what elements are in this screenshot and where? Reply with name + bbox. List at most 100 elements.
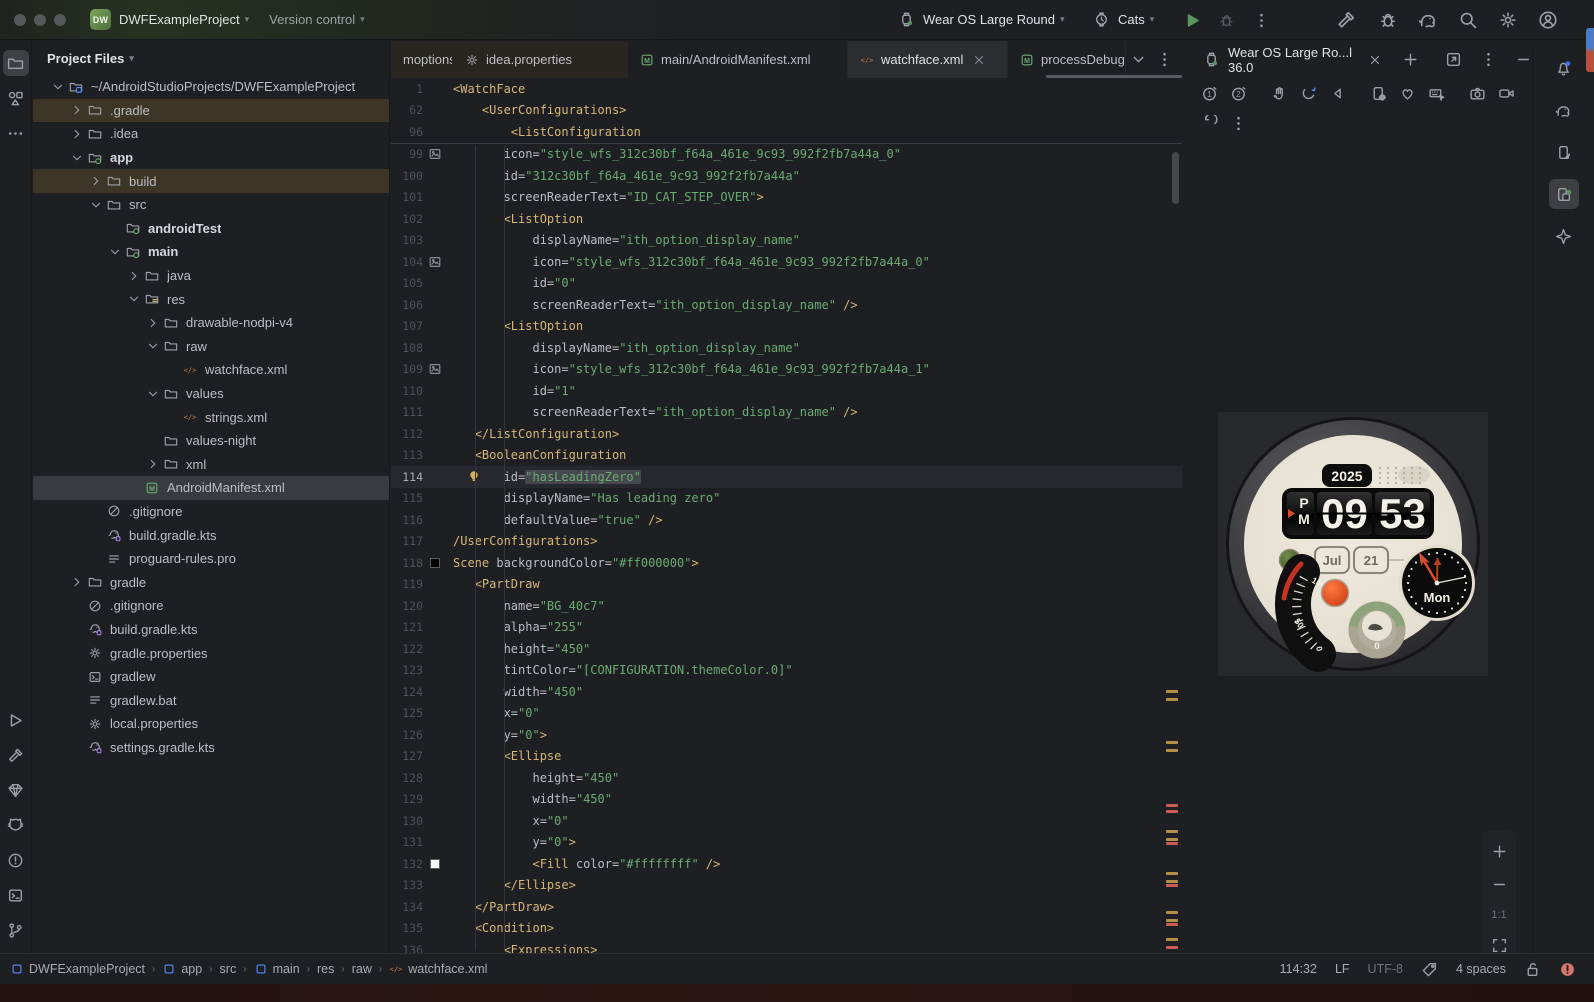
tree-item-drawable-nodpi-v4[interactable]: drawable-nodpi-v4 — [33, 311, 389, 335]
code-line-107[interactable]: 107 <ListOption — [391, 316, 1182, 338]
tree-item-.idea[interactable]: .idea — [33, 122, 389, 146]
error-stripe-mark[interactable] — [1166, 804, 1178, 807]
error-stripe-mark[interactable] — [1166, 830, 1178, 833]
tree-item-values[interactable]: values — [33, 382, 389, 406]
debug-button[interactable] — [1218, 12, 1235, 29]
error-stripe-mark[interactable] — [1166, 911, 1178, 914]
breadcrumb-raw[interactable]: raw — [352, 962, 372, 976]
indent-setting[interactable]: 4 spaces — [1456, 962, 1506, 976]
add-tab-icon[interactable] — [1402, 51, 1419, 68]
resource-manager-button[interactable] — [3, 85, 29, 111]
remote-input-icon[interactable] — [1428, 85, 1445, 102]
code-line-120[interactable]: 120 name="BG_40c7" — [391, 595, 1182, 617]
settings-gear-icon[interactable] — [1498, 10, 1518, 30]
breadcrumb-res[interactable]: res — [317, 962, 334, 976]
terminal-button[interactable] — [3, 882, 29, 908]
unlock-icon[interactable] — [1524, 961, 1541, 978]
hide-panel-icon[interactable] — [1515, 51, 1532, 68]
error-stripe-mark[interactable] — [1166, 741, 1178, 744]
reset-icon[interactable] — [1201, 114, 1218, 132]
device-tab[interactable]: Wear OS Large Ro...l 36.0 — [1183, 41, 1532, 78]
logcat-button[interactable] — [3, 812, 29, 838]
code-line-114[interactable]: 114 id="hasLeadingZero" — [391, 466, 1182, 488]
build-hammer-icon[interactable] — [1336, 10, 1356, 30]
gemini-button[interactable] — [1549, 221, 1579, 251]
tree-item-gradle.properties[interactable]: gradle.properties — [33, 641, 389, 665]
device-manager-button[interactable] — [1549, 137, 1579, 167]
caret-position[interactable]: 114:32 — [1280, 962, 1317, 976]
breadcrumb-app[interactable]: app — [162, 962, 202, 976]
tree-item-androidtest[interactable]: androidTest — [33, 217, 389, 241]
intention-bulb-icon[interactable] — [467, 469, 481, 483]
project-tool-button[interactable] — [2, 50, 29, 76]
panel-options-kebab-icon[interactable] — [1480, 51, 1497, 68]
tree-item-gradle[interactable]: gradle — [33, 570, 389, 594]
code-line-112[interactable]: 112 </ListConfiguration> — [391, 423, 1182, 445]
code-line-130[interactable]: 130 x="0" — [391, 810, 1182, 832]
run-button[interactable] — [1184, 12, 1201, 29]
device-selector[interactable]: Wear OS Large Round — [923, 12, 1055, 27]
run-tool-button[interactable] — [3, 707, 29, 733]
code-line-100[interactable]: 100 id="312c30bf_f64a_461e_9c93_992f2fb7… — [391, 165, 1182, 187]
zoom-out-icon[interactable] — [1491, 876, 1508, 893]
code-line-113[interactable]: 113 <BooleanConfiguration — [391, 445, 1182, 467]
search-icon[interactable] — [1458, 10, 1478, 30]
more-tool-windows-button[interactable] — [3, 120, 29, 146]
running-devices-button[interactable] — [1548, 179, 1579, 209]
tree-item-.gitignore[interactable]: .gitignore — [33, 500, 389, 524]
tree-item-watchface.xml[interactable]: </> watchface.xml — [33, 358, 389, 382]
build-tool-button[interactable] — [3, 742, 29, 768]
code-line-132[interactable]: 132 <Fill color="#ffffffff" /> — [391, 853, 1182, 875]
code-line-122[interactable]: 122 height="450" — [391, 638, 1182, 660]
code-line-129[interactable]: 129 width="450" — [391, 789, 1182, 811]
tree-item-xml[interactable]: xml — [33, 453, 389, 477]
heart-icon[interactable] — [1399, 85, 1416, 102]
one-badge-icon[interactable]: 1 — [1201, 85, 1218, 102]
tree-item-androidstudioprojectsdwfexampleproject[interactable]: ~/AndroidStudioProjects/DWFExampleProjec… — [33, 75, 389, 99]
code-line-111[interactable]: 111 screenReaderText="ith_option_display… — [391, 402, 1182, 424]
tree-item-build.gradle.kts[interactable]: build.gradle.kts — [33, 523, 389, 547]
tab-main-androidmanifest.xml[interactable]: Mmain/AndroidManifest.xml — [628, 41, 848, 78]
tree-item-raw[interactable]: raw — [33, 335, 389, 359]
tree-item-main[interactable]: main — [33, 240, 389, 264]
code-line-96[interactable]: 96 <ListConfiguration — [391, 121, 1182, 143]
zoom-in-icon[interactable] — [1491, 843, 1508, 860]
minimize-window-button[interactable] — [34, 13, 46, 26]
code-line-1[interactable]: 1 <WatchFace — [391, 78, 1182, 100]
tab-idea.properties[interactable]: idea.properties — [453, 41, 628, 78]
code-line-118[interactable]: 118 Scene backgroundColor="#ff000000"> — [391, 552, 1182, 574]
line-ending[interactable]: LF — [1335, 962, 1350, 976]
code-line-102[interactable]: 102 <ListOption — [391, 208, 1182, 230]
problems-button[interactable] — [3, 847, 29, 873]
kebab-icon[interactable] — [1230, 115, 1247, 132]
app-insights-button[interactable] — [3, 777, 29, 803]
error-stripe-mark[interactable] — [1166, 838, 1178, 841]
breadcrumb-dwfexampleproject[interactable]: DWFExampleProject — [10, 962, 145, 976]
vcs-menu[interactable]: Version control — [269, 12, 355, 27]
account-avatar-icon[interactable] — [1538, 10, 1558, 30]
code-line-134[interactable]: 134 </PartDraw> — [391, 896, 1182, 918]
editor-scrollbar[interactable] — [1172, 152, 1179, 204]
video-icon[interactable] — [1498, 85, 1515, 102]
code-line-109[interactable]: 109 icon="style_wfs_312c30bf_f64a_461e_9… — [391, 359, 1182, 381]
code-line-110[interactable]: 110 id="1" — [391, 380, 1182, 402]
file-encoding[interactable]: UTF-8 — [1368, 962, 1403, 976]
error-stripe-mark[interactable] — [1166, 884, 1178, 887]
code-line-62[interactable]: 62 <UserConfigurations> — [391, 100, 1182, 122]
code-line-127[interactable]: 127 <Ellipse — [391, 746, 1182, 768]
code-line-135[interactable]: 135 <Condition> — [391, 918, 1182, 940]
tree-item-androidmanifest.xml[interactable]: M AndroidManifest.xml — [33, 476, 389, 500]
project-view-selector[interactable]: Project Files ▾ — [33, 41, 389, 75]
tree-item-java[interactable]: java — [33, 264, 389, 288]
camera-icon[interactable] — [1469, 85, 1486, 102]
code-line-133[interactable]: 133 </Ellipse> — [391, 875, 1182, 897]
tree-item-gradlew.bat[interactable]: gradlew.bat — [33, 688, 389, 712]
close-icon[interactable] — [1368, 53, 1382, 67]
error-stripe-mark[interactable] — [1166, 946, 1178, 949]
color-swatch[interactable] — [430, 557, 440, 568]
tab-list-chevron-icon[interactable] — [1130, 51, 1147, 68]
code-line-116[interactable]: 116 defaultValue="true" /> — [391, 509, 1182, 531]
notifications-button[interactable] — [1549, 53, 1579, 83]
tree-item-build.gradle.kts[interactable]: build.gradle.kts — [33, 618, 389, 642]
code-line-119[interactable]: 119 <PartDraw — [391, 574, 1182, 596]
